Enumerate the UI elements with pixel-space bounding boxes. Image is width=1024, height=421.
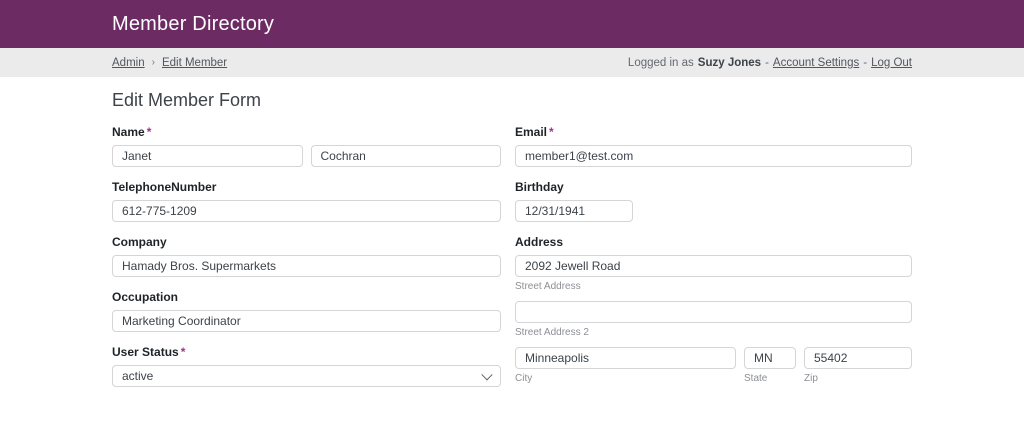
telephone-label: TelephoneNumber bbox=[112, 180, 217, 194]
user-status-selected-value: active bbox=[122, 369, 154, 383]
page-title: Member Directory bbox=[112, 12, 275, 35]
form-right-column: Email* Birthday Address Street Address S… bbox=[515, 125, 912, 421]
zip-sublabel: Zip bbox=[804, 373, 818, 384]
email-label: Email * bbox=[515, 125, 912, 139]
form-title: Edit Member Form bbox=[112, 90, 262, 110]
breadcrumb-edit-member-link[interactable]: Edit Member bbox=[162, 57, 227, 69]
name-label: Name * bbox=[112, 125, 501, 139]
occupation-input[interactable] bbox=[112, 310, 501, 332]
birthday-input[interactable] bbox=[515, 200, 633, 222]
telephone-input[interactable] bbox=[112, 200, 501, 222]
required-asterisk: * bbox=[146, 125, 152, 139]
userbar-dash: - bbox=[863, 56, 868, 69]
first-name-input[interactable] bbox=[112, 145, 303, 167]
user-status-label-text: User Status bbox=[112, 345, 179, 359]
city-part: City bbox=[515, 347, 736, 384]
birthday-label: Birthday bbox=[515, 180, 564, 194]
telephone-field-group: TelephoneNumber bbox=[112, 180, 501, 222]
address-field-group: Address Street Address Street Address 2 … bbox=[515, 235, 912, 384]
street-address-part: Street Address bbox=[515, 255, 912, 292]
city-sublabel: City bbox=[515, 373, 533, 384]
street-address2-part: Street Address 2 bbox=[515, 301, 912, 338]
logout-link[interactable]: Log Out bbox=[871, 57, 912, 69]
edit-member-form: Edit Member Form Name* TelephoneNumber C… bbox=[112, 77, 912, 421]
zip-input[interactable] bbox=[804, 347, 912, 369]
name-label-text: Name bbox=[112, 125, 145, 139]
email-input[interactable] bbox=[515, 145, 912, 167]
zip-part: Zip bbox=[804, 347, 912, 384]
required-asterisk: * bbox=[549, 125, 554, 139]
street-address-sublabel: Street Address bbox=[515, 281, 581, 292]
form-left-column: Name* TelephoneNumber Company Occupation bbox=[112, 125, 501, 421]
user-session-bar: Logged in as Suzy Jones - Account Settin… bbox=[628, 57, 912, 69]
address-label: Address bbox=[515, 235, 564, 249]
occupation-label: Occupation bbox=[112, 290, 179, 304]
street-address2-sublabel: Street Address 2 bbox=[515, 327, 589, 338]
required-asterisk: * bbox=[180, 345, 186, 359]
app-header: Member Directory bbox=[0, 0, 1024, 48]
logged-in-prefix: Logged in as bbox=[627, 56, 694, 69]
user-status-select[interactable]: active bbox=[112, 365, 501, 387]
company-label: Company bbox=[112, 235, 167, 249]
company-input[interactable] bbox=[112, 255, 501, 277]
birthday-field-group: Birthday bbox=[515, 180, 912, 222]
state-sublabel: State bbox=[744, 373, 768, 384]
account-settings-link[interactable]: Account Settings bbox=[773, 57, 859, 69]
breadcrumb-separator: › bbox=[151, 57, 155, 68]
user-status-label: User Status * bbox=[112, 345, 501, 359]
breadcrumb-admin-link[interactable]: Admin bbox=[112, 57, 145, 69]
logged-in-username: Suzy Jones bbox=[697, 56, 762, 69]
city-input[interactable] bbox=[515, 347, 736, 369]
chevron-down-icon bbox=[481, 369, 493, 381]
street-address2-input[interactable] bbox=[515, 301, 912, 323]
breadcrumb: Admin › Edit Member bbox=[112, 57, 227, 69]
state-input[interactable] bbox=[744, 347, 796, 369]
userbar-dash: - bbox=[765, 56, 769, 69]
email-label-text: Email bbox=[515, 125, 548, 139]
name-field-group: Name * bbox=[112, 125, 501, 167]
breadcrumb-bar: Admin › Edit Member Logged in as Suzy Jo… bbox=[0, 48, 1024, 77]
city-state-zip-row: City State Zip bbox=[515, 347, 912, 384]
state-part: State bbox=[744, 347, 796, 384]
email-field-group: Email * bbox=[515, 125, 912, 167]
street-address-input[interactable] bbox=[515, 255, 912, 277]
user-status-field-group: User Status * active bbox=[112, 345, 501, 387]
company-field-group: Company bbox=[112, 235, 501, 277]
occupation-field-group: Occupation bbox=[112, 290, 501, 332]
last-name-input[interactable] bbox=[310, 145, 501, 167]
